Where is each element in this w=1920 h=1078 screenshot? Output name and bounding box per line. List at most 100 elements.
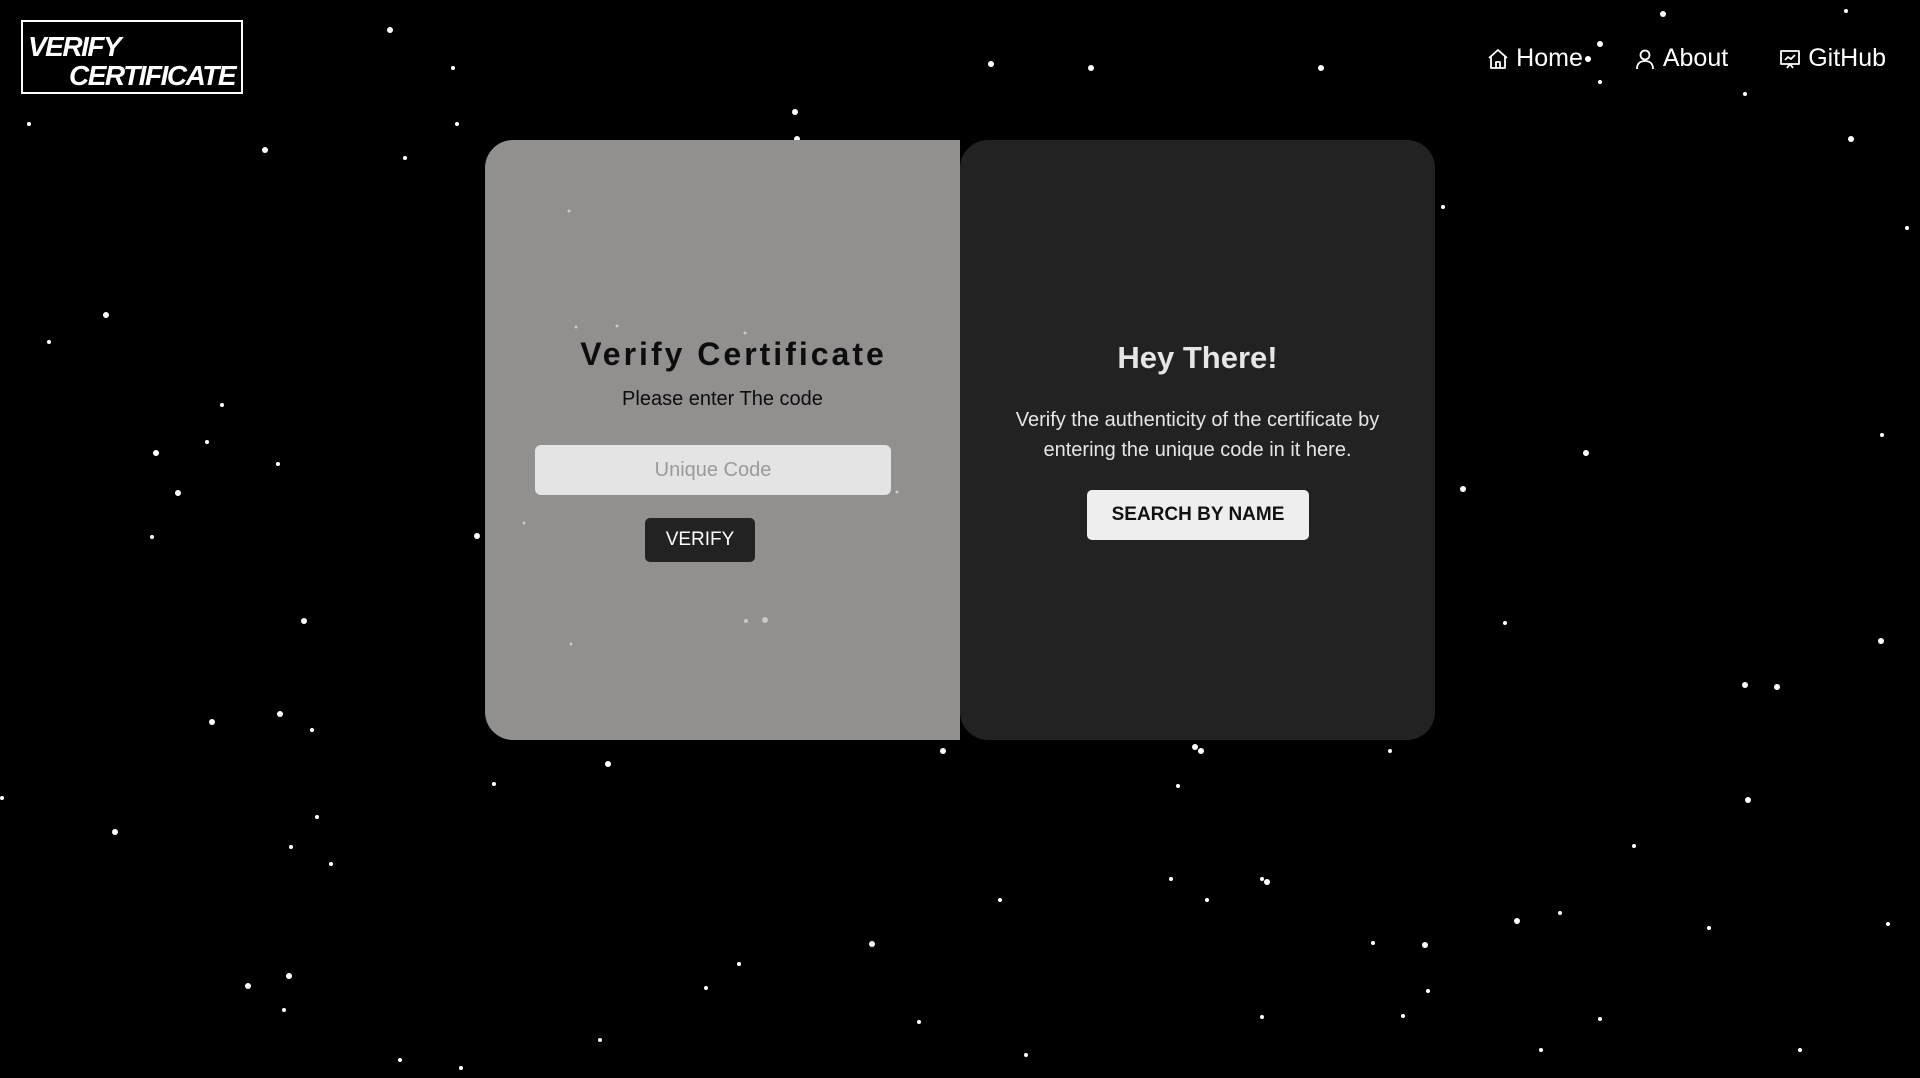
star-dot: [1558, 911, 1562, 915]
star-dot: [1707, 926, 1711, 930]
star-dot: [47, 340, 51, 344]
star-dot: [1774, 684, 1780, 690]
panel-starfield: [522, 209, 899, 646]
unique-code-input[interactable]: [535, 445, 891, 495]
site-logo[interactable]: VERIFY CERTIFICATE: [21, 20, 243, 94]
star-dot: [598, 1038, 602, 1042]
star-dot: [917, 1020, 921, 1024]
verify-button[interactable]: VERIFY: [645, 518, 755, 562]
panel-star-dot: [743, 331, 747, 335]
star-dot: [1460, 486, 1466, 492]
star-dot: [1886, 922, 1890, 926]
info-description: Verify the authenticity of the certifica…: [1015, 409, 1380, 461]
star-dot: [459, 1066, 463, 1070]
star-dot: [492, 782, 496, 786]
nav-about[interactable]: About: [1633, 44, 1728, 73]
star-dot: [1632, 844, 1636, 848]
star-dot: [998, 898, 1002, 902]
star-dot: [282, 1008, 286, 1012]
star-dot: [940, 748, 946, 754]
star-dot: [1318, 65, 1324, 71]
star-dot: [1371, 941, 1375, 945]
star-dot: [451, 66, 455, 70]
star-dot: [1798, 1048, 1802, 1052]
star-dot: [1388, 749, 1392, 753]
panel-star-dot: [744, 619, 748, 623]
star-dot: [262, 147, 268, 153]
nav-github-label: GitHub: [1808, 44, 1886, 72]
star-dot: [103, 312, 109, 318]
star-dot: [1878, 638, 1884, 644]
nav-home-label: Home: [1516, 44, 1583, 72]
logo-text-line2: CERTIFICATE: [68, 60, 237, 91]
verify-panel: Verify Certificate Please enter The code…: [485, 140, 960, 740]
star-dot: [1401, 1014, 1405, 1018]
star-dot: [1169, 877, 1173, 881]
page: VERIFY CERTIFICATE Home About GitHub Ver…: [0, 0, 1920, 1078]
star-dot: [737, 962, 741, 966]
star-dot: [1539, 1048, 1543, 1052]
star-dot: [1024, 1053, 1028, 1057]
panel-star-dot: [567, 209, 571, 213]
panel-star-dot: [762, 617, 768, 623]
star-dot: [205, 440, 209, 444]
star-dot: [289, 845, 293, 849]
presentation-icon: [1780, 49, 1801, 69]
star-dot: [792, 109, 798, 115]
star-dot: [1848, 136, 1854, 142]
star-dot: [1844, 9, 1848, 13]
star-dot: [329, 862, 333, 866]
star-dot: [301, 618, 307, 624]
star-dot: [315, 815, 319, 819]
star-dot: [277, 711, 283, 717]
star-dot: [1198, 748, 1204, 754]
star-dot: [1441, 205, 1445, 209]
star-dot: [1176, 784, 1180, 788]
info-panel: Hey There! Verify the authenticity of th…: [960, 140, 1435, 740]
logo-text-line1: VERIFY: [28, 31, 122, 62]
star-dot: [1264, 879, 1270, 885]
star-dot: [1260, 1015, 1264, 1019]
user-icon: [1635, 49, 1654, 69]
star-dot: [1422, 942, 1428, 948]
star-dot: [276, 462, 280, 466]
star-dot: [403, 156, 407, 160]
star-dot: [1743, 92, 1747, 96]
star-dot: [1192, 744, 1198, 750]
star-dot: [605, 761, 611, 767]
nav-github[interactable]: GitHub: [1778, 44, 1886, 73]
panel-star-dot: [615, 324, 619, 328]
star-dot: [1205, 898, 1209, 902]
star-dot: [27, 122, 31, 126]
star-dot: [988, 61, 994, 67]
star-dot: [1880, 433, 1884, 437]
star-dot: [0, 796, 4, 800]
star-dot: [1660, 11, 1666, 17]
star-dot: [1598, 80, 1602, 84]
info-title: Hey There!: [1117, 340, 1278, 375]
panel-star-dot: [574, 325, 578, 329]
star-dot: [1260, 877, 1264, 881]
star-dot: [286, 973, 292, 979]
verify-subtitle: Please enter The code: [622, 388, 823, 410]
certificate-card: Verify Certificate Please enter The code…: [485, 140, 1435, 740]
home-icon: [1488, 48, 1508, 69]
star-dot: [1426, 989, 1430, 993]
star-dot: [387, 27, 393, 33]
star-dot: [220, 403, 224, 407]
star-dot: [1514, 918, 1520, 924]
star-dot: [175, 490, 181, 496]
star-dot: [474, 533, 480, 539]
star-dot: [209, 719, 215, 725]
search-by-name-button[interactable]: SEARCH BY NAME: [1087, 490, 1309, 540]
star-dot: [1583, 450, 1589, 456]
star-dot: [1598, 1017, 1602, 1021]
star-dot: [704, 986, 708, 990]
nav-home[interactable]: Home: [1486, 44, 1583, 73]
star-dot: [398, 1058, 402, 1062]
star-dot: [1742, 682, 1748, 688]
panel-star-dot: [522, 521, 526, 525]
panel-star-dot: [569, 642, 573, 646]
star-dot: [150, 535, 154, 539]
star-dot: [869, 941, 875, 947]
